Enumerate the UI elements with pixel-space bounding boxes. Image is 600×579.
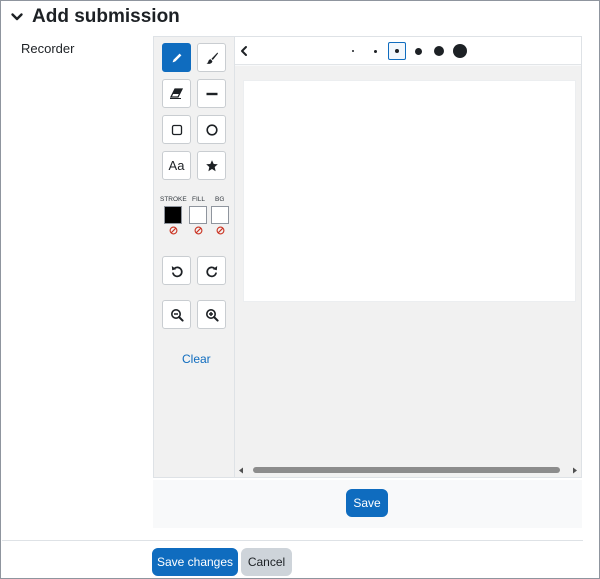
recorder-save-bar: Save	[153, 480, 582, 528]
redo-button[interactable]	[197, 256, 226, 285]
brush-size-option[interactable]	[430, 42, 448, 60]
pen-icon	[172, 53, 181, 62]
brush-size-option[interactable]	[451, 42, 469, 60]
scroll-left-icon[interactable]	[238, 467, 244, 474]
undo-button[interactable]	[162, 256, 191, 285]
scroll-right-icon[interactable]	[572, 467, 578, 474]
star-icon	[205, 159, 218, 171]
brush-icon	[206, 52, 218, 64]
tool-palette: Aa STROKE FILL BG Clear	[154, 37, 235, 477]
zoom-in-button[interactable]	[197, 300, 226, 329]
text-tool-button[interactable]: Aa	[162, 151, 191, 180]
eraser-tool-button[interactable]	[162, 79, 191, 108]
rectangle-tool-button[interactable]	[162, 115, 191, 144]
horizontal-scrollbar[interactable]	[235, 464, 581, 477]
page-frame: Add submission Recorder Aa STROKE FILL B…	[0, 0, 600, 579]
bg-label: BG	[215, 196, 225, 203]
stamp-tool-button[interactable]	[197, 151, 226, 180]
chevron-left-icon	[241, 46, 247, 56]
drawing-recorder: Aa STROKE FILL BG Clear	[153, 36, 582, 478]
no-color-icon[interactable]	[194, 226, 203, 235]
scrollbar-thumb[interactable]	[253, 467, 560, 473]
stroke-color-swatch[interactable]	[164, 206, 182, 224]
zoom-in-icon	[205, 308, 219, 322]
drawing-canvas[interactable]	[243, 80, 576, 302]
recorder-save-button[interactable]: Save	[346, 489, 388, 517]
cancel-button[interactable]: Cancel	[241, 548, 292, 576]
no-color-icon[interactable]	[169, 226, 178, 235]
zoom-out-icon	[170, 308, 184, 322]
stroke-label: STROKE	[160, 196, 187, 203]
circle-icon	[205, 123, 218, 136]
canvas-viewport	[235, 66, 581, 464]
brush-size-option-selected[interactable]	[388, 42, 406, 60]
recorder-label: Recorder	[21, 41, 75, 56]
brush-size-option[interactable]	[366, 42, 384, 60]
no-color-icon[interactable]	[216, 226, 225, 235]
line-tool-button[interactable]	[197, 79, 226, 108]
eraser-icon	[169, 88, 184, 99]
chevron-down-icon[interactable]	[10, 10, 24, 24]
clear-link[interactable]: Clear	[182, 352, 211, 366]
section-title: Add submission	[32, 6, 180, 27]
collapse-toolbar-button[interactable]	[237, 42, 251, 60]
divider	[2, 540, 583, 541]
zoom-out-button[interactable]	[162, 300, 191, 329]
redo-icon	[205, 265, 217, 277]
line-icon	[206, 92, 217, 95]
fill-label: FILL	[192, 196, 206, 203]
undo-icon	[171, 265, 183, 277]
fill-color-swatch[interactable]	[189, 206, 207, 224]
brush-tool-button[interactable]	[197, 43, 226, 72]
brush-size-option[interactable]	[344, 42, 362, 60]
pen-tool-button[interactable]	[162, 43, 191, 72]
text-icon: Aa	[168, 158, 185, 173]
brush-size-option[interactable]	[409, 42, 427, 60]
section-header[interactable]: Add submission	[10, 5, 180, 29]
bg-color-swatch[interactable]	[211, 206, 229, 224]
brush-size-bar	[235, 37, 581, 65]
circle-tool-button[interactable]	[197, 115, 226, 144]
rectangle-icon	[171, 124, 182, 135]
save-changes-button[interactable]: Save changes	[152, 548, 238, 576]
